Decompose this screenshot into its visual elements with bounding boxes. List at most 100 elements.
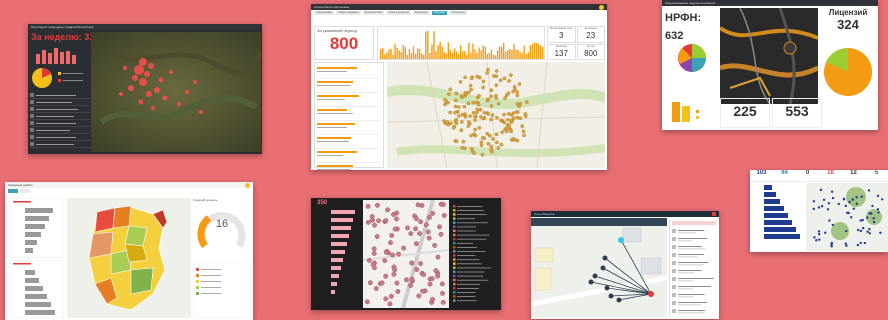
tab-analytics[interactable]: Аналитика — [412, 11, 430, 15]
map-point — [388, 293, 394, 299]
satellite-map[interactable] — [91, 32, 261, 152]
list-item[interactable] — [317, 109, 381, 121]
list-item[interactable] — [30, 99, 90, 106]
timeline-bar — [402, 45, 404, 59]
list-item[interactable] — [30, 92, 90, 99]
cluster-map[interactable] — [806, 183, 888, 251]
statistics-dashboard[interactable]: 103 94 0 10 12 5 — [750, 170, 888, 252]
map-point — [415, 202, 421, 208]
network-dashboard[interactable]: Сеть объектов — [531, 211, 719, 319]
legend-item — [453, 246, 478, 249]
timeline-bar — [496, 50, 499, 59]
region-map[interactable] — [387, 62, 605, 168]
list-item[interactable] — [30, 134, 90, 141]
incident-point — [496, 146, 501, 150]
points-dashboard[interactable]: 350 — [311, 198, 501, 310]
incident-point — [443, 97, 447, 102]
incident-point — [507, 79, 511, 83]
legend-item — [453, 278, 489, 282]
map-point — [421, 272, 426, 277]
stat-value: 800 — [584, 48, 598, 58]
timeline-bar — [488, 52, 491, 59]
legend-item — [453, 237, 487, 241]
list-item[interactable] — [317, 137, 381, 149]
licensing-dashboard[interactable]: Лицензирование недропользования НРФН: 63… — [662, 0, 878, 130]
operational-dashboard[interactable]: Оперативная обстановка Оперативная Общие… — [311, 4, 607, 170]
choropleth-map[interactable] — [67, 198, 191, 318]
list-item[interactable] — [317, 81, 381, 93]
tab-forecasts[interactable]: Прогнозы — [431, 11, 448, 15]
list-item[interactable] — [30, 106, 90, 113]
list-item[interactable] — [30, 141, 90, 148]
list-item[interactable] — [317, 95, 381, 107]
list-item[interactable] — [317, 165, 381, 170]
map-point — [383, 296, 389, 302]
map-point — [817, 230, 821, 233]
incident-point — [457, 114, 461, 118]
incident-point — [482, 110, 487, 115]
incident-point — [510, 137, 514, 142]
incident-point — [466, 124, 471, 128]
map-point — [876, 194, 880, 198]
diabetes-dashboard[interactable]: Сахарный диабет Средний уровень 16 — [5, 182, 253, 320]
incident-point — [460, 120, 464, 124]
map-point — [817, 232, 821, 236]
timeline-bar — [509, 49, 511, 59]
kpi-value: 553 — [785, 103, 809, 119]
user-avatar[interactable] — [599, 5, 604, 10]
map-point — [383, 218, 389, 224]
incident-point — [495, 115, 499, 120]
list-item[interactable] — [30, 120, 90, 127]
map-point — [868, 232, 871, 235]
tab-operational[interactable]: Оперативная — [314, 11, 334, 15]
stats-row: 103 94 0 10 12 5 — [750, 170, 888, 182]
tab-main[interactable] — [8, 189, 18, 193]
points-map[interactable] — [363, 200, 449, 308]
list-item[interactable] — [30, 113, 90, 120]
legend-item — [453, 221, 488, 224]
tab-forces[interactable]: Силы и средства — [386, 11, 411, 15]
incident-point — [468, 83, 473, 88]
timeline-bar — [388, 49, 390, 59]
tab-secondary[interactable] — [20, 189, 30, 193]
incident-point — [475, 110, 479, 115]
incident-point — [459, 128, 464, 132]
list-item[interactable] — [30, 127, 90, 134]
incident-point — [457, 105, 461, 109]
close-icon[interactable] — [712, 212, 716, 216]
timeline-bar — [412, 46, 415, 59]
map-point — [440, 202, 446, 207]
gauge-panel: Средний уровень 16 — [193, 198, 251, 260]
timeline-bar — [468, 43, 470, 59]
timeline-bar — [500, 46, 503, 59]
dark-map[interactable] — [720, 8, 818, 104]
incident-point — [496, 101, 501, 106]
timeline-bar — [494, 55, 497, 59]
map-point — [439, 281, 445, 287]
list-item[interactable] — [317, 151, 381, 163]
incident-point — [494, 69, 499, 73]
map-point — [845, 211, 849, 214]
kpi-panel: За указанный период 800 — [314, 26, 374, 60]
map-point — [372, 265, 377, 271]
list-item[interactable] — [317, 67, 381, 79]
fire-monitoring-dashboard[interactable]: Мониторинг природных пожаров Республики … — [28, 24, 262, 154]
map-point — [395, 289, 401, 294]
user-avatar[interactable] — [245, 183, 250, 188]
tab-statistics[interactable]: Статистика — [449, 11, 467, 15]
kpi-licenses: Лицензий 324 — [820, 8, 876, 38]
stat-cell: 12 — [850, 170, 857, 176]
incident-point — [489, 88, 494, 92]
timeline-bar — [453, 48, 456, 59]
legend-item — [453, 213, 487, 216]
tab-incidents[interactable]: Происшествия — [362, 11, 385, 15]
map-point — [880, 198, 884, 201]
network-map[interactable] — [531, 218, 667, 318]
map-point — [820, 205, 824, 208]
timeline-bar — [484, 46, 486, 59]
list-item[interactable] — [317, 123, 381, 135]
map-point — [837, 202, 840, 206]
map-point — [372, 222, 377, 228]
map-point — [868, 227, 871, 231]
tab-general[interactable]: Общие сведения — [336, 11, 361, 15]
